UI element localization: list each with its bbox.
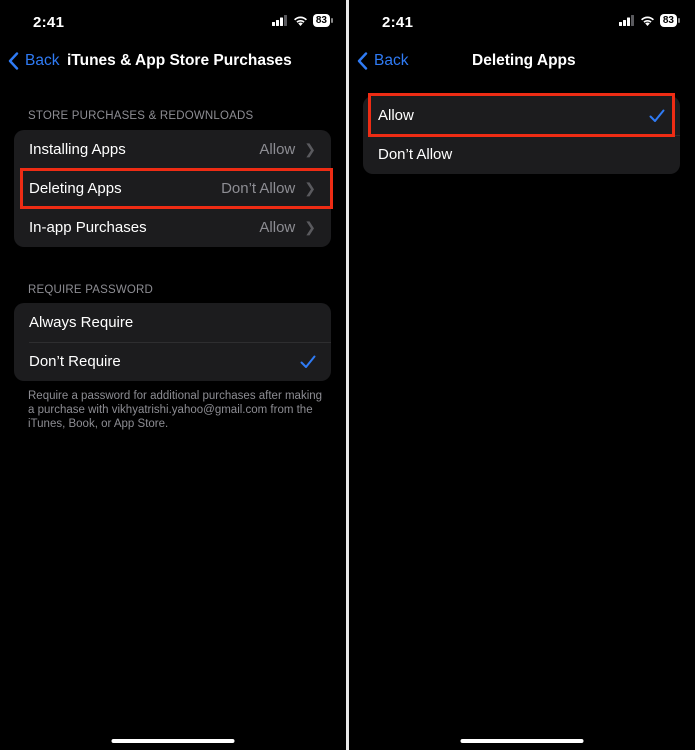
dont-require-row[interactable]: Don’t Require bbox=[14, 342, 331, 381]
option-label: Don’t Allow bbox=[378, 146, 453, 163]
left-screen: 2:41 83 Back iTunes & App Store Purchase… bbox=[0, 0, 346, 750]
status-time: 2:41 bbox=[33, 14, 65, 31]
row-value: Allow bbox=[259, 219, 296, 236]
dont-allow-option[interactable]: Don’t Allow bbox=[363, 135, 680, 174]
row-label: Deleting Apps bbox=[29, 180, 122, 197]
nav-bar: Back iTunes & App Store Purchases bbox=[0, 50, 346, 74]
deleting-apps-options: Allow Don’t Allow bbox=[363, 96, 680, 174]
deleting-apps-row[interactable]: Deleting Apps Don’t Allow ❯ bbox=[14, 169, 331, 208]
home-indicator bbox=[460, 739, 584, 743]
require-password-group: Always Require Don’t Require bbox=[14, 303, 331, 381]
in-app-purchases-row[interactable]: In-app Purchases Allow ❯ bbox=[14, 208, 331, 247]
row-value: Allow bbox=[259, 141, 296, 158]
signal-icon bbox=[271, 15, 287, 26]
back-button[interactable]: Back bbox=[357, 52, 408, 70]
back-label: Back bbox=[25, 52, 60, 69]
checkmark-icon bbox=[300, 355, 316, 368]
page-title: Deleting Apps bbox=[472, 52, 576, 69]
chevron-right-icon: ❯ bbox=[304, 219, 316, 235]
allow-option[interactable]: Allow bbox=[363, 96, 680, 135]
option-label: Allow bbox=[378, 107, 414, 124]
checkmark-icon bbox=[649, 109, 665, 122]
wifi-icon bbox=[640, 16, 654, 26]
status-time: 2:41 bbox=[382, 14, 414, 31]
row-value: Don’t Allow bbox=[221, 180, 296, 197]
chevron-right-icon: ❯ bbox=[304, 141, 316, 157]
battery-icon: 83 bbox=[659, 14, 681, 27]
row-label: Don’t Require bbox=[29, 353, 121, 370]
status-icons: 83 bbox=[618, 14, 681, 27]
store-purchases-group: Installing Apps Allow ❯ Deleting Apps Don… bbox=[14, 130, 331, 247]
chevron-left-icon bbox=[357, 52, 368, 70]
installing-apps-row[interactable]: Installing Apps Allow ❯ bbox=[14, 130, 331, 169]
wifi-icon bbox=[293, 16, 307, 26]
row-label: In-app Purchases bbox=[29, 219, 147, 236]
nav-bar: Back Deleting Apps bbox=[349, 50, 695, 74]
status-icons: 83 bbox=[271, 14, 334, 27]
row-label: Installing Apps bbox=[29, 141, 126, 158]
back-label: Back bbox=[374, 52, 409, 69]
always-require-row[interactable]: Always Require bbox=[14, 303, 331, 342]
section-header-password: REQUIRE PASSWORD bbox=[28, 284, 154, 296]
chevron-right-icon: ❯ bbox=[304, 180, 316, 196]
section-header-store: STORE PURCHASES & REDOWNLOADS bbox=[28, 110, 254, 122]
signal-icon bbox=[618, 15, 634, 26]
chevron-left-icon bbox=[8, 52, 19, 70]
home-indicator bbox=[111, 739, 235, 743]
row-label: Always Require bbox=[29, 314, 134, 331]
battery-icon: 83 bbox=[312, 14, 334, 27]
page-title: iTunes & App Store Purchases bbox=[67, 52, 292, 69]
right-screen: 2:41 83 Back Deleting Apps Allow Don’t A… bbox=[349, 0, 695, 750]
password-footer-note: Require a password for additional purcha… bbox=[28, 390, 323, 430]
back-button[interactable]: Back bbox=[8, 52, 59, 70]
